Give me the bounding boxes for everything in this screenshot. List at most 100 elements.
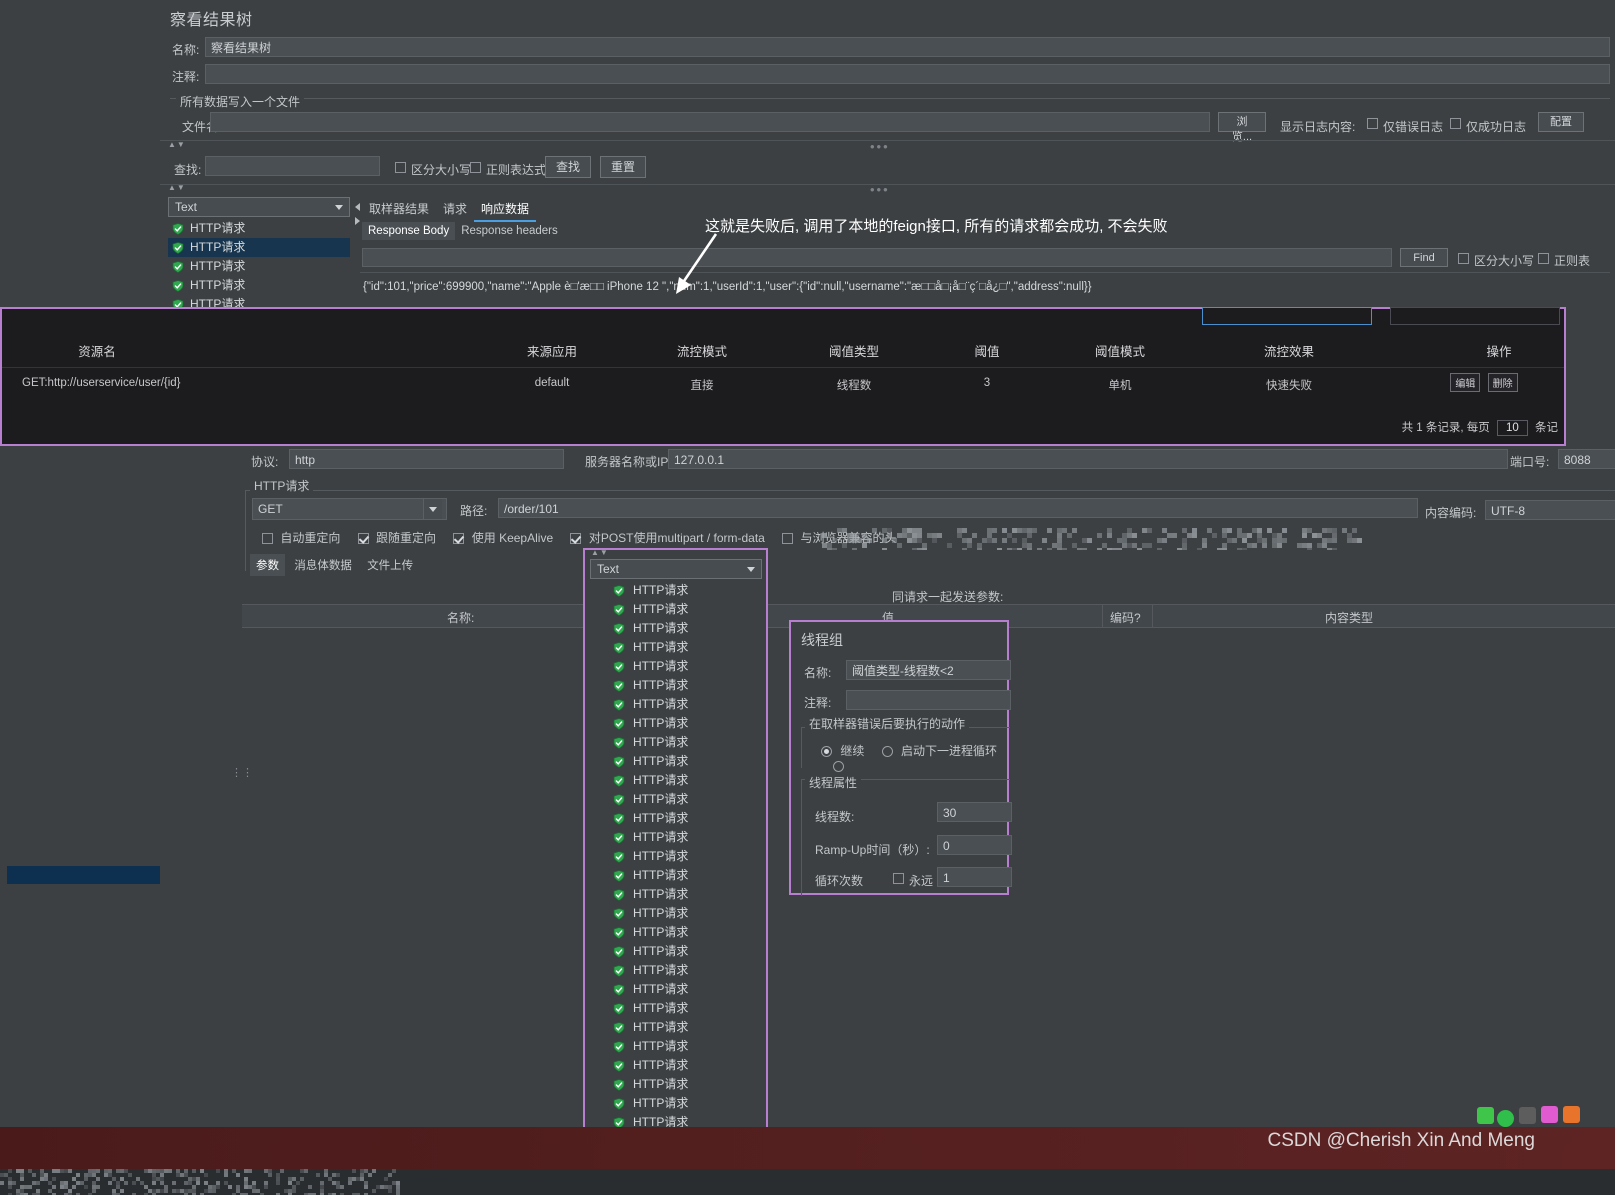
result-tab-item[interactable]: 取样器结果 <box>362 197 436 220</box>
response-find-input[interactable] <box>362 248 1392 267</box>
popup-tree-item[interactable]: HTTP请求 <box>609 885 768 904</box>
response-regex-checkbox[interactable] <box>1538 251 1549 265</box>
server-input[interactable]: 127.0.0.1 <box>668 449 1508 469</box>
result-tab-item[interactable]: 请求 <box>436 197 474 220</box>
tab-body-data[interactable]: 消息体数据 <box>288 554 358 576</box>
vertical-splitter-handle[interactable]: ⋮⋮ <box>231 770 237 792</box>
results-tree-item[interactable]: HTTP请求 <box>168 257 350 276</box>
popup-tree-item[interactable]: HTTP请求 <box>609 1037 768 1056</box>
splitter-handle-1[interactable]: ••• <box>870 139 890 154</box>
results-tree-item[interactable]: HTTP请求 <box>168 238 350 257</box>
encoding-input[interactable]: UTF-8 <box>1485 500 1615 520</box>
response-find-button[interactable]: Find <box>1400 248 1448 267</box>
popup-tree-item[interactable]: HTTP请求 <box>609 1018 768 1037</box>
thread-group-dialog[interactable]: 线程组 名称: 阈值类型-线程数<2 注释: 在取样器错误后要执行的动作 继续 … <box>789 620 1009 895</box>
popup-tree-item[interactable]: HTTP请求 <box>609 1094 768 1113</box>
popup-tree-item[interactable]: HTTP请求 <box>609 809 768 828</box>
tab-file-upload[interactable]: 文件上传 <box>361 554 419 576</box>
tg-radio-next-loop[interactable] <box>882 744 893 758</box>
result-tab-active[interactable]: 响应数据 <box>474 197 536 222</box>
popup-tree-item[interactable]: HTTP请求 <box>609 961 768 980</box>
popup-tree-item[interactable]: HTTP请求 <box>609 752 768 771</box>
result-subtabbar[interactable]: Response Body Response headers <box>362 222 564 240</box>
popup-renderer-combo[interactable]: Text <box>590 559 762 579</box>
sentinel-flow-rule-table[interactable]: 资源名 来源应用 流控模式 阈值类型 阈值 阈值模式 流控效果 操作 GET:h… <box>0 307 1566 446</box>
popup-tree-item[interactable]: HTTP请求 <box>609 695 768 714</box>
popup-tree-item[interactable]: HTTP请求 <box>609 904 768 923</box>
calculator-tray-icon[interactable] <box>1519 1107 1536 1124</box>
popup-tree-item[interactable]: HTTP请求 <box>609 619 768 638</box>
popup-tree-item[interactable]: HTTP请求 <box>609 980 768 999</box>
results-tree-item[interactable]: HTTP请求 <box>168 276 350 295</box>
collapse-left-icon[interactable] <box>355 203 360 211</box>
tg-comment-input[interactable] <box>846 690 1011 710</box>
popup-tree-item[interactable]: HTTP请求 <box>609 1075 768 1094</box>
wechat-tray-icon[interactable] <box>1477 1107 1494 1124</box>
tg-thread-count-input[interactable]: 30 <box>937 802 1012 822</box>
tg-forever-checkbox[interactable] <box>893 871 904 885</box>
method-select[interactable]: GET <box>252 498 447 520</box>
tg-loop-input[interactable]: 1 <box>937 867 1012 887</box>
response-subtab[interactable]: Response headers <box>455 222 564 240</box>
follow-redirect-checkbox[interactable] <box>358 531 369 545</box>
tg-name-input[interactable]: 阈值类型-线程数<2 <box>846 660 1011 680</box>
find-button[interactable]: 查找 <box>545 156 591 178</box>
auto-redirect-checkbox[interactable] <box>262 531 273 545</box>
port-input[interactable]: 8088 <box>1558 449 1615 469</box>
sentinel-top-input-2[interactable] <box>1390 307 1560 325</box>
tg-radio-continue[interactable] <box>821 744 832 758</box>
results-tree-item[interactable]: HTTP请求 <box>168 219 350 238</box>
config-button[interactable]: 配置 <box>1538 112 1584 132</box>
popup-tree-item[interactable]: HTTP请求 <box>609 581 768 600</box>
renderer-combo[interactable]: Text <box>168 197 350 217</box>
search-case-sensitive-checkbox[interactable] <box>395 160 406 174</box>
name-input[interactable]: 察看结果树 <box>205 37 1610 57</box>
method-select-arrow[interactable] <box>423 499 442 519</box>
comment-input[interactable] <box>205 64 1610 84</box>
tg-radio-third[interactable] <box>833 759 844 773</box>
delete-button[interactable]: 删除 <box>1488 373 1518 392</box>
results-tree-list[interactable]: HTTP请求 HTTP请求 HTTP请求 HTTP请求 HTTP请求 <box>168 219 350 311</box>
popup-tree-item[interactable]: HTTP请求 <box>609 1056 768 1075</box>
popup-splitter-arrows[interactable]: ▲▼ <box>591 548 609 557</box>
apps-tray-icon[interactable] <box>1541 1106 1558 1123</box>
success-only-checkbox[interactable] <box>1450 116 1461 130</box>
cell-actions[interactable]: 编辑 删除 <box>1402 373 1562 392</box>
result-tabbar[interactable]: 取样器结果 请求 响应数据 <box>362 197 536 222</box>
popup-tree-item[interactable]: HTTP请求 <box>609 638 768 657</box>
edit-button[interactable]: 编辑 <box>1450 373 1480 392</box>
response-case-sensitive-checkbox[interactable] <box>1458 251 1469 265</box>
popup-tree-item[interactable]: HTTP请求 <box>609 999 768 1018</box>
popup-tree-item[interactable]: HTTP请求 <box>609 923 768 942</box>
tg-rampup-input[interactable]: 0 <box>937 835 1012 855</box>
filename-input[interactable] <box>210 112 1210 132</box>
search-input[interactable] <box>205 156 380 176</box>
popup-tree-item[interactable]: HTTP请求 <box>609 733 768 752</box>
popup-tree-item[interactable]: HTTP请求 <box>609 771 768 790</box>
wechat-work-tray-icon[interactable] <box>1497 1110 1514 1127</box>
popup-results-list[interactable]: HTTP请求 HTTP请求 HTTP请求 HTTP请求 HTTP请求 HTTP请求 HTTP… <box>609 581 768 1151</box>
popup-tree-item[interactable]: HTTP请求 <box>609 714 768 733</box>
splitter-arrows-1[interactable]: ▲▼ <box>168 140 186 149</box>
tab-parameters[interactable]: 参数 <box>250 554 285 576</box>
popup-tree-item[interactable]: HTTP请求 <box>609 790 768 809</box>
response-subtab[interactable]: Response Body <box>362 222 455 240</box>
popup-tree-item[interactable]: HTTP请求 <box>609 657 768 676</box>
splitter-handle-2[interactable]: ••• <box>870 182 890 197</box>
results-tree-popup[interactable]: ▲▼ Text HTTP请求 HTTP请求 HTTP请求 HTTP请求 HTTP请求 HT… <box>583 548 768 1155</box>
browser-headers-checkbox[interactable] <box>782 531 793 545</box>
protocol-input[interactable]: http <box>289 449 564 469</box>
collapse-right-icon[interactable] <box>355 217 360 225</box>
popup-tree-item[interactable]: HTTP请求 <box>609 866 768 885</box>
reset-button[interactable]: 重置 <box>600 156 646 178</box>
search-regex-checkbox[interactable] <box>470 160 481 174</box>
multipart-checkbox[interactable] <box>570 531 581 545</box>
popup-tree-item[interactable]: HTTP请求 <box>609 600 768 619</box>
keepalive-checkbox[interactable] <box>453 531 464 545</box>
errors-only-checkbox[interactable] <box>1367 116 1378 130</box>
sampler-tabbar[interactable]: 参数 消息体数据 文件上传 <box>250 554 419 576</box>
popup-tree-item[interactable]: HTTP请求 <box>609 942 768 961</box>
sentinel-top-input-focused[interactable] <box>1202 307 1372 325</box>
splitter-arrows-2[interactable]: ▲▼ <box>168 183 186 192</box>
pagination-footer[interactable]: 共 1 条记录, 每页 10 条记 <box>1402 419 1558 436</box>
